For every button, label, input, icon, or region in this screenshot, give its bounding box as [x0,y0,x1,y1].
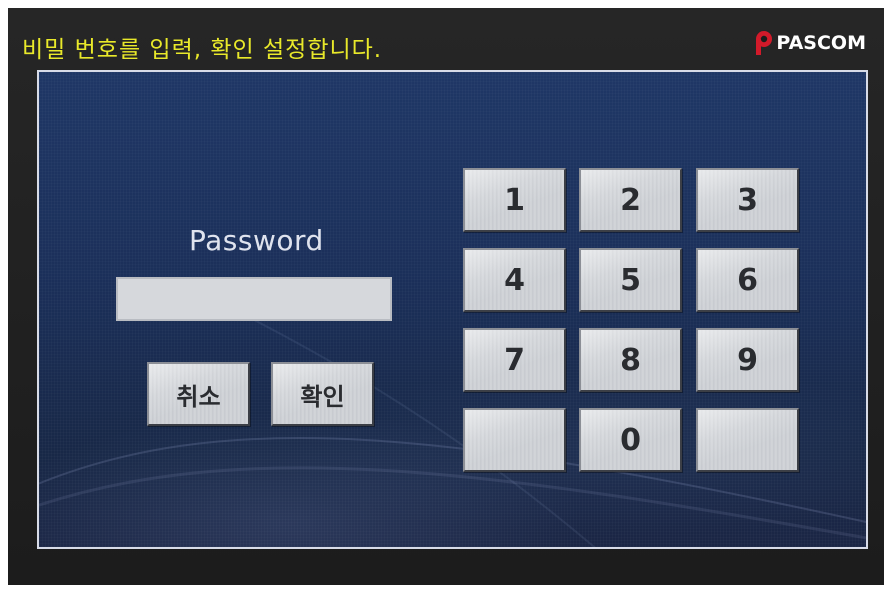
keypad-key-1[interactable]: 1 [463,168,566,232]
password-label: Password [189,224,324,257]
keypad-key-3[interactable]: 3 [696,168,799,232]
cancel-button[interactable]: 취소 [147,362,250,426]
pascom-logo-icon [756,31,773,55]
password-input[interactable] [116,277,392,321]
brand-logo: PASCOM [752,30,866,56]
keypad-key-6[interactable]: 6 [696,248,799,312]
keypad-key-5[interactable]: 5 [579,248,682,312]
logo-wordmark: PASCOM [776,32,866,54]
keypad-key-0[interactable]: 0 [579,408,682,472]
keypad-key-9[interactable]: 9 [696,328,799,392]
instruction-text: 비밀 번호를 입력, 확인 설정합니다. [22,37,383,63]
keypad-key-4[interactable]: 4 [463,248,566,312]
keypad-key-2[interactable]: 2 [579,168,682,232]
keypad-key-7[interactable]: 7 [463,328,566,392]
confirm-button[interactable]: 확인 [271,362,374,426]
keypad-key-8[interactable]: 8 [579,328,682,392]
keypad-key-blank-right[interactable] [696,408,799,472]
password-panel: Password 취소 확인 1 2 3 4 5 6 7 8 9 0 [37,70,868,549]
device-screen: 비밀 번호를 입력, 확인 설정합니다. PASCOM Password 취소 … [8,8,884,585]
keypad-key-blank-left[interactable] [463,408,566,472]
